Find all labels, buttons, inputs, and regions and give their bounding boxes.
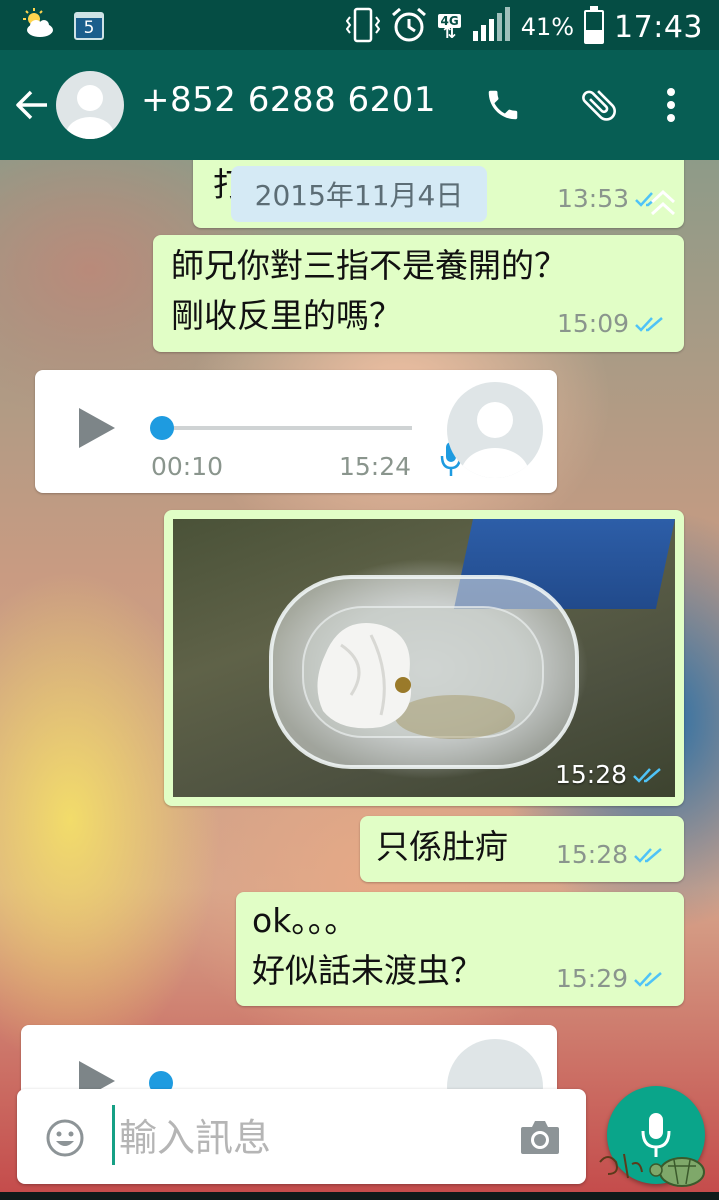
date-chip: 2015年11月4日	[231, 166, 487, 222]
voice-duration: 00:10	[151, 452, 224, 481]
signal-icon	[471, 7, 511, 47]
status-bar: 5 4G ⇅ 41% 17:43	[0, 0, 719, 50]
app-bar: +852 6288 6201	[0, 50, 719, 160]
vibrate-icon	[346, 7, 381, 47]
photo-thumbnail[interactable]: 15:28	[173, 519, 675, 797]
message-text-line: 好似話未渡虫？	[252, 951, 483, 990]
message-composer	[17, 1089, 586, 1184]
voice-message-bubble[interactable]: 00:10 15:24	[35, 370, 557, 493]
photo-meta: 15:28	[555, 760, 663, 789]
emoji-icon[interactable]	[45, 1118, 85, 1162]
clock: 17:43	[614, 9, 703, 45]
alarm-icon	[390, 6, 428, 48]
message-bubble-outgoing[interactable]: 只係肚疴 15:28	[360, 816, 684, 882]
read-receipt-icon	[635, 316, 663, 332]
message-text-line: 師兄你對三指不是養開的？	[171, 246, 567, 285]
message-bubble-outgoing[interactable]: ok。。。 好似話未渡虫？ 15:29	[236, 892, 684, 1006]
text-caret	[112, 1105, 115, 1165]
turtle-watermark-logo	[594, 1144, 714, 1192]
message-meta: 15:28	[556, 840, 664, 869]
sender-avatar-icon	[447, 382, 543, 478]
back-arrow-icon[interactable]	[12, 80, 52, 130]
battery-icon	[584, 6, 605, 44]
read-receipt-icon	[634, 971, 662, 987]
seek-thumb[interactable]	[150, 416, 174, 440]
read-receipt-icon	[633, 767, 661, 783]
message-text-line: 只係肚疴	[376, 827, 508, 866]
contact-name[interactable]: +852 6288 6201	[141, 80, 436, 120]
tissue-shape	[317, 623, 412, 729]
message-meta: 15:29	[556, 964, 664, 993]
camera-icon[interactable]	[519, 1118, 561, 1160]
scroll-to-top-icon[interactable]	[646, 188, 680, 222]
phone-icon[interactable]	[478, 80, 528, 130]
network-type-indicator: 4G ⇅	[438, 13, 461, 42]
chat-area[interactable]: 打 13:53 2015年11月4日 師兄你對三指不是養開的？ 剛收反里的嗎？ …	[0, 160, 719, 1200]
voice-timestamp: 15:24	[339, 452, 412, 481]
weather-partly-cloudy-icon	[20, 8, 56, 44]
play-icon[interactable]	[77, 406, 117, 454]
read-receipt-icon	[634, 847, 662, 863]
avatar-icon[interactable]	[56, 71, 124, 139]
message-input[interactable]	[117, 1107, 501, 1169]
paperclip-icon[interactable]	[574, 80, 624, 130]
message-bubble-outgoing[interactable]: 師兄你對三指不是養開的？ 剛收反里的嗎？ 15:09	[153, 235, 684, 352]
calendar-icon: 5	[74, 12, 104, 40]
message-meta: 15:09	[557, 309, 665, 338]
voice-seekbar[interactable]	[162, 426, 412, 430]
message-text-line: 剛收反里的嗎？	[171, 296, 402, 335]
battery-percent: 41%	[520, 13, 575, 41]
more-vert-icon[interactable]	[646, 80, 696, 130]
nav-bar-edge	[0, 1192, 719, 1200]
image-message-bubble[interactable]: 15:28	[164, 510, 684, 806]
message-text-line: ok。。。	[252, 901, 358, 940]
